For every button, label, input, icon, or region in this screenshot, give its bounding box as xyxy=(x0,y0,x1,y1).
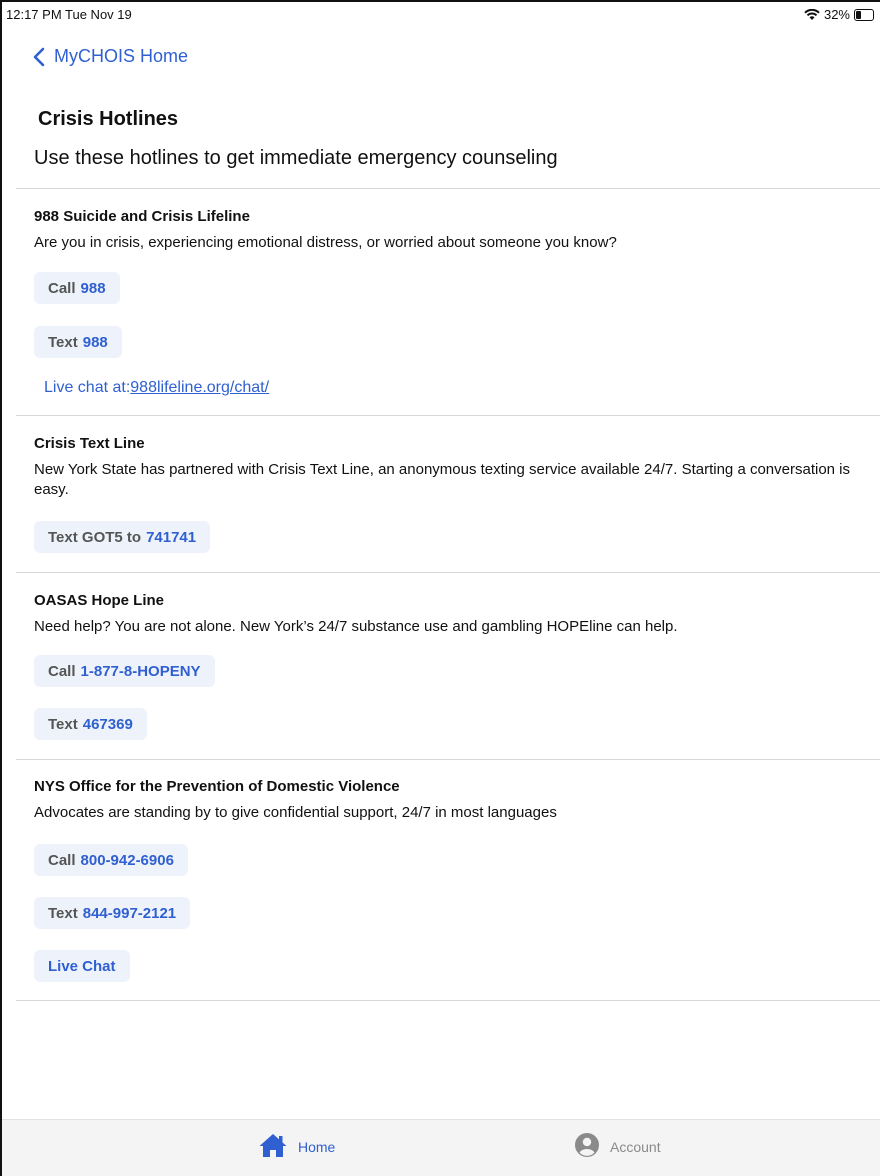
pill-action: Text GOT5 to xyxy=(48,528,142,546)
chevron-left-icon xyxy=(32,47,46,67)
section-description: Advocates are standing by to give confid… xyxy=(34,804,557,821)
pill-value: 467369 xyxy=(82,715,133,733)
section-title: Crisis Text Line xyxy=(34,435,145,452)
tab-home[interactable]: Home xyxy=(258,1132,335,1161)
app-frame: 12:17 PM Tue Nov 19 32% MyCHOIS Home Cri… xyxy=(0,0,880,1176)
section-title: OASAS Hope Line xyxy=(34,592,165,609)
status-time: 12:17 PM Tue Nov 19 xyxy=(6,7,132,22)
section-oasas-hope-line: OASAS Hope Line Need help? You are not a… xyxy=(34,592,870,637)
text-988-button[interactable]: Text 988 xyxy=(34,326,122,358)
section-title: NYS Office for the Prevention of Domesti… xyxy=(34,778,400,795)
live-chat-line: Live chat at:988lifeline.org/chat/ xyxy=(44,379,269,397)
status-bar: 12:17 PM Tue Nov 19 32% xyxy=(2,2,880,26)
pill-action: Call xyxy=(48,851,76,869)
pill-value: 844-997-2121 xyxy=(82,904,177,922)
pill-value: 988 xyxy=(80,279,106,297)
live-chat-prefix: Live chat at: xyxy=(44,379,131,396)
battery-icon xyxy=(854,8,876,21)
section-crisis-text-line: Crisis Text Line New York State has part… xyxy=(34,435,870,500)
section-description: Need help? You are not alone. New York’s… xyxy=(34,618,678,635)
back-button-label: MyCHOIS Home xyxy=(54,46,189,66)
divider xyxy=(16,1000,880,1001)
status-indicators: 32% xyxy=(804,7,876,22)
back-button[interactable]: MyCHOIS Home xyxy=(32,46,188,67)
section-description: New York State has partnered with Crisis… xyxy=(34,461,850,498)
divider xyxy=(16,572,880,573)
pill-value: 741741 xyxy=(146,528,197,546)
call-988-button[interactable]: Call 988 xyxy=(34,272,120,304)
live-chat-button-label: Live Chat xyxy=(48,957,116,975)
section-description: Are you in crisis, experiencing emotiona… xyxy=(34,234,617,251)
pill-action: Text xyxy=(48,715,78,733)
pill-value: 1-877-8-HOPENY xyxy=(80,662,201,680)
divider xyxy=(16,415,880,416)
wifi-icon xyxy=(804,8,820,21)
section-domestic-violence: NYS Office for the Prevention of Domesti… xyxy=(34,778,870,823)
call-dv-hotline-button[interactable]: Call 800-942-6906 xyxy=(34,844,188,876)
pill-action: Call xyxy=(48,662,76,680)
text-467369-button[interactable]: Text 467369 xyxy=(34,708,147,740)
live-chat-link[interactable]: 988lifeline.org/chat/ xyxy=(130,379,269,396)
call-hopeny-button[interactable]: Call 1-877-8-HOPENY xyxy=(34,655,215,687)
section-title: 988 Suicide and Crisis Lifeline xyxy=(34,208,250,225)
text-dv-hotline-button[interactable]: Text 844-997-2121 xyxy=(34,897,191,929)
tab-account-label: Account xyxy=(610,1138,661,1155)
page-subtitle: Use these hotlines to get immediate emer… xyxy=(34,147,558,169)
section-988-lifeline: 988 Suicide and Crisis Lifeline Are you … xyxy=(34,208,870,253)
tab-account[interactable]: Account xyxy=(574,1132,661,1161)
pill-action: Text xyxy=(48,904,78,922)
live-chat-button[interactable]: Live Chat xyxy=(34,950,130,982)
pill-value: 800-942-6906 xyxy=(80,851,174,869)
pill-value: 988 xyxy=(82,333,108,351)
pill-action: Call xyxy=(48,279,76,297)
pill-action: Text xyxy=(48,333,78,351)
text-got5-button[interactable]: Text GOT5 to 741741 xyxy=(34,521,211,553)
account-icon xyxy=(574,1132,600,1161)
battery-percent: 32% xyxy=(823,7,850,22)
page-title: Crisis Hotlines xyxy=(38,108,179,130)
divider xyxy=(16,188,880,189)
divider xyxy=(16,759,880,760)
tab-bar: Home Account xyxy=(2,1119,880,1176)
home-icon xyxy=(258,1132,288,1161)
tab-home-label: Home xyxy=(298,1138,336,1155)
